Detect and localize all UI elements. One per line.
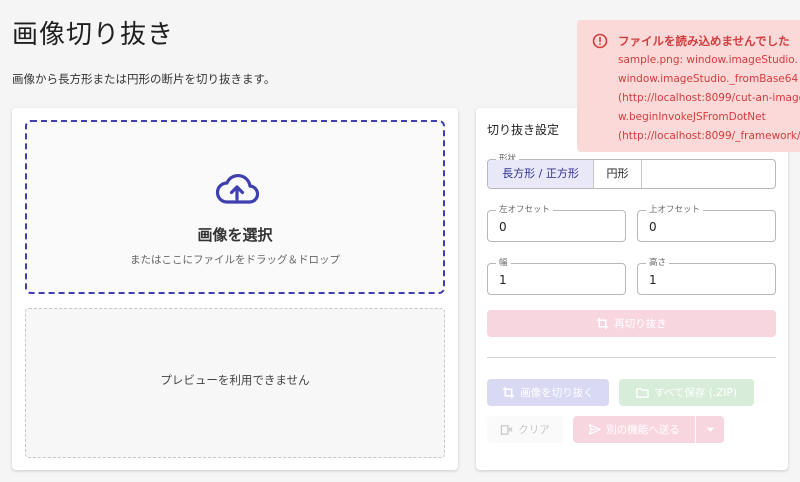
send-icon	[589, 424, 601, 435]
image-panel: 画像を選択 またはここにファイルをドラッグ＆ドロップ プレビューを利用できません	[12, 108, 458, 470]
send-dropdown-button[interactable]	[696, 416, 724, 443]
top-offset-field[interactable]: 上オフセット 0	[637, 204, 776, 242]
chevron-down-icon	[706, 427, 714, 432]
toast-message-line: sample.png: window.imageStudio.	[618, 54, 798, 66]
clear-icon	[501, 425, 513, 435]
error-toast: ファイルを読み込めませんでした sample.png: window.image…	[577, 20, 800, 152]
toast-message-line: w.beginInvokeJSFromDotNet	[618, 111, 766, 123]
page-title: 画像切り抜き	[12, 20, 175, 50]
error-icon	[592, 33, 608, 49]
recrop-label: 再切り抜き	[614, 318, 667, 330]
cloud-upload-icon	[215, 173, 259, 204]
top-offset-value: 0	[649, 220, 657, 234]
crop-icon	[503, 386, 515, 399]
page-description: 画像から長方形または円形の断片を切り抜きます。	[12, 72, 276, 86]
crop-image-button[interactable]: 画像を切り抜く	[487, 379, 609, 406]
clear-button[interactable]: クリア	[487, 416, 563, 443]
left-offset-field[interactable]: 左オフセット 0	[487, 204, 626, 242]
recrop-button[interactable]: 再切り抜き	[487, 310, 776, 337]
shape-toggle-group: 形状 長方形 / 正方形 円形	[487, 153, 776, 189]
folder-icon	[636, 388, 649, 398]
divider	[487, 357, 776, 358]
crop-settings-panel: 切り抜き設定 形状 長方形 / 正方形 円形 左オフセット 0 上オフセット 0…	[476, 108, 788, 470]
clear-label: クリア	[518, 424, 550, 436]
save-all-label: すべて保存 (.ZIP)	[654, 387, 737, 399]
toast-message-line: (http://localhost:8099/cut-an-image	[618, 92, 800, 104]
toast-message-line: (http://localhost:8099/_framework/	[618, 130, 800, 142]
height-field[interactable]: 高さ 1	[637, 257, 776, 295]
left-offset-value: 0	[499, 220, 507, 234]
shape-option-circle[interactable]: 円形	[594, 160, 642, 188]
crop-icon	[597, 317, 609, 330]
left-offset-label: 左オフセット	[496, 204, 554, 216]
save-all-zip-button[interactable]: すべて保存 (.ZIP)	[619, 379, 754, 406]
width-field[interactable]: 幅 1	[487, 257, 626, 295]
toast-title: ファイルを読み込めませんでした	[618, 34, 790, 48]
crop-image-label: 画像を切り抜く	[520, 387, 594, 399]
send-label: 別の機能へ送る	[606, 424, 680, 436]
preview-placeholder: プレビューを利用できません	[160, 373, 310, 387]
settings-title: 切り抜き設定	[487, 123, 560, 137]
width-value: 1	[499, 273, 507, 287]
width-label: 幅	[496, 257, 511, 269]
shape-option-rectangle[interactable]: 長方形 / 正方形	[488, 160, 594, 188]
toast-message-line: window.imageStudio._fromBase64	[618, 73, 799, 85]
preview-area: プレビューを利用できません	[25, 308, 445, 458]
send-to-feature-button[interactable]: 別の機能へ送る	[573, 416, 695, 443]
image-dropzone[interactable]: 画像を選択 またはここにファイルをドラッグ＆ドロップ	[25, 120, 445, 294]
top-offset-label: 上オフセット	[646, 204, 704, 216]
dropzone-subtitle: またはここにファイルをドラッグ＆ドロップ	[130, 254, 340, 266]
height-value: 1	[649, 273, 657, 287]
dropzone-title: 画像を選択	[197, 226, 273, 244]
height-label: 高さ	[646, 257, 670, 269]
